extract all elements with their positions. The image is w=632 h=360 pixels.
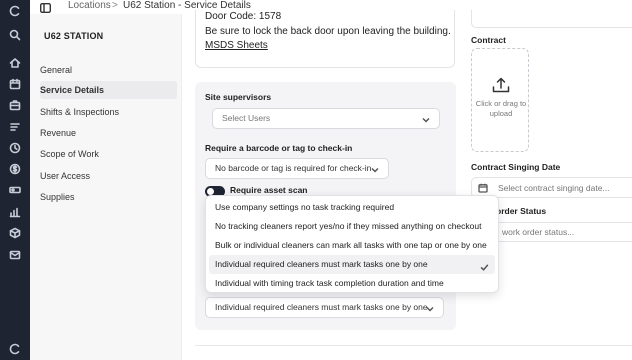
barcode-requirement-select[interactable]: No barcode or tag is required for check-… <box>205 158 389 179</box>
sidebar-item-label: Supplies <box>40 192 75 202</box>
task-tracking-value: Individual required cleaners must mark t… <box>215 302 428 312</box>
sidebar-item-label: General <box>40 65 73 75</box>
divider <box>195 345 632 346</box>
select-users-placeholder: Select Users <box>222 113 271 123</box>
box-icon[interactable] <box>6 224 24 242</box>
sidebar-item-revenue[interactable]: Revenue <box>40 124 177 142</box>
notes-card: Door Code: 1578 Be sure to lock the back… <box>195 10 455 68</box>
list-icon[interactable] <box>6 118 24 136</box>
sidebar-item-label: Scope of Work <box>40 149 99 159</box>
mail-icon[interactable] <box>6 246 24 264</box>
barcode-requirement-value: No barcode or tag is required for check-… <box>215 163 372 173</box>
breadcrumb-separator: > <box>112 0 118 11</box>
task-tracking-option[interactable]: Use company settings no task tracking re… <box>209 198 495 217</box>
option-label: Individual required cleaners must mark t… <box>215 259 428 269</box>
clock-icon[interactable] <box>6 139 24 157</box>
option-label: Use company settings no task tracking re… <box>215 202 395 212</box>
task-tracking-select[interactable]: Individual required cleaners must mark t… <box>205 297 444 318</box>
barcode-label: Require a barcode or tag to check-in <box>205 143 353 153</box>
asset-scan-label: Require asset scan <box>230 185 308 195</box>
home-icon[interactable] <box>6 54 24 72</box>
contract-column: Contract Click or drag to upload Contrac… <box>466 10 632 360</box>
chevron-down-icon <box>371 162 380 173</box>
location-title: U62 STATION <box>44 31 104 41</box>
lock-instructions-text: Be sure to lock the back door upon leavi… <box>205 26 451 37</box>
upload-icon <box>492 77 510 93</box>
sidebar-toggle-icon[interactable] <box>39 0 52 14</box>
top-right-field[interactable] <box>471 10 632 28</box>
icon-rail <box>0 0 30 360</box>
site-supervisors-label: Site supervisors <box>205 92 272 102</box>
contract-signing-date-placeholder: Select contract singing date... <box>498 183 610 193</box>
dollar-icon[interactable] <box>6 160 24 178</box>
chevron-down-icon <box>422 112 431 123</box>
chevron-down-icon <box>426 301 435 312</box>
location-sidebar: U62 STATION General Service Details Shif… <box>30 14 182 360</box>
calendar-icon <box>478 183 488 193</box>
option-label: Individual with timing track task comple… <box>215 278 444 288</box>
toggle-icon[interactable] <box>6 181 24 199</box>
msds-sheets-link[interactable]: MSDS Sheets <box>205 40 268 51</box>
contract-signing-label: Contract Singing Date <box>471 162 561 172</box>
briefcase-icon[interactable] <box>6 96 24 114</box>
breadcrumb-locations[interactable]: Locations <box>68 0 111 12</box>
contract-label: Contract <box>471 35 506 45</box>
sidebar-item-label: Shifts & Inspections <box>40 107 120 117</box>
sidebar-item-service-details[interactable]: Service Details <box>40 81 177 99</box>
option-label: Bulk or individual cleaners can mark all… <box>215 240 487 250</box>
sidebar-item-scope-of-work[interactable]: Scope of Work <box>40 145 177 163</box>
sidebar-item-shifts-inspections[interactable]: Shifts & Inspections <box>40 103 177 121</box>
task-tracking-option[interactable]: Individual with timing track task comple… <box>209 274 495 293</box>
app-logo-icon <box>6 340 24 358</box>
task-tracking-option[interactable]: Bulk or individual cleaners can mark all… <box>209 236 495 255</box>
upload-hint: Click or drag to upload <box>475 99 527 118</box>
checkmark-icon <box>480 260 489 271</box>
calendar-icon[interactable] <box>6 75 24 93</box>
task-tracking-dropdown-menu: Use company settings no task tracking re… <box>205 195 499 293</box>
sidebar-item-label: User Access <box>40 171 91 181</box>
search-icon[interactable] <box>6 26 24 44</box>
sidebar-item-general[interactable]: General <box>40 61 177 79</box>
option-label: No tracking cleaners report yes/no if th… <box>215 221 482 231</box>
task-tracking-option-selected[interactable]: Individual required cleaners must mark t… <box>209 255 495 274</box>
work-order-status-label: order Status <box>496 206 547 216</box>
sidebar-item-label: Revenue <box>40 128 77 138</box>
main-content: Door Code: 1578 Be sure to lock the back… <box>183 10 632 360</box>
app-logo-icon[interactable] <box>6 2 24 20</box>
select-users-dropdown[interactable]: Select Users <box>212 108 440 129</box>
sidebar-item-supplies[interactable]: Supplies <box>40 188 177 206</box>
work-order-status-placeholder: work order status... <box>502 227 575 237</box>
door-code-text: Door Code: 1578 <box>205 11 282 22</box>
contract-upload-dropzone[interactable]: Click or drag to upload <box>471 48 529 152</box>
chart-icon[interactable] <box>6 203 24 221</box>
task-tracking-option[interactable]: No tracking cleaners report yes/no if th… <box>209 217 495 236</box>
sidebar-item-user-access[interactable]: User Access <box>40 167 177 185</box>
sidebar-item-label: Service Details <box>40 85 105 95</box>
